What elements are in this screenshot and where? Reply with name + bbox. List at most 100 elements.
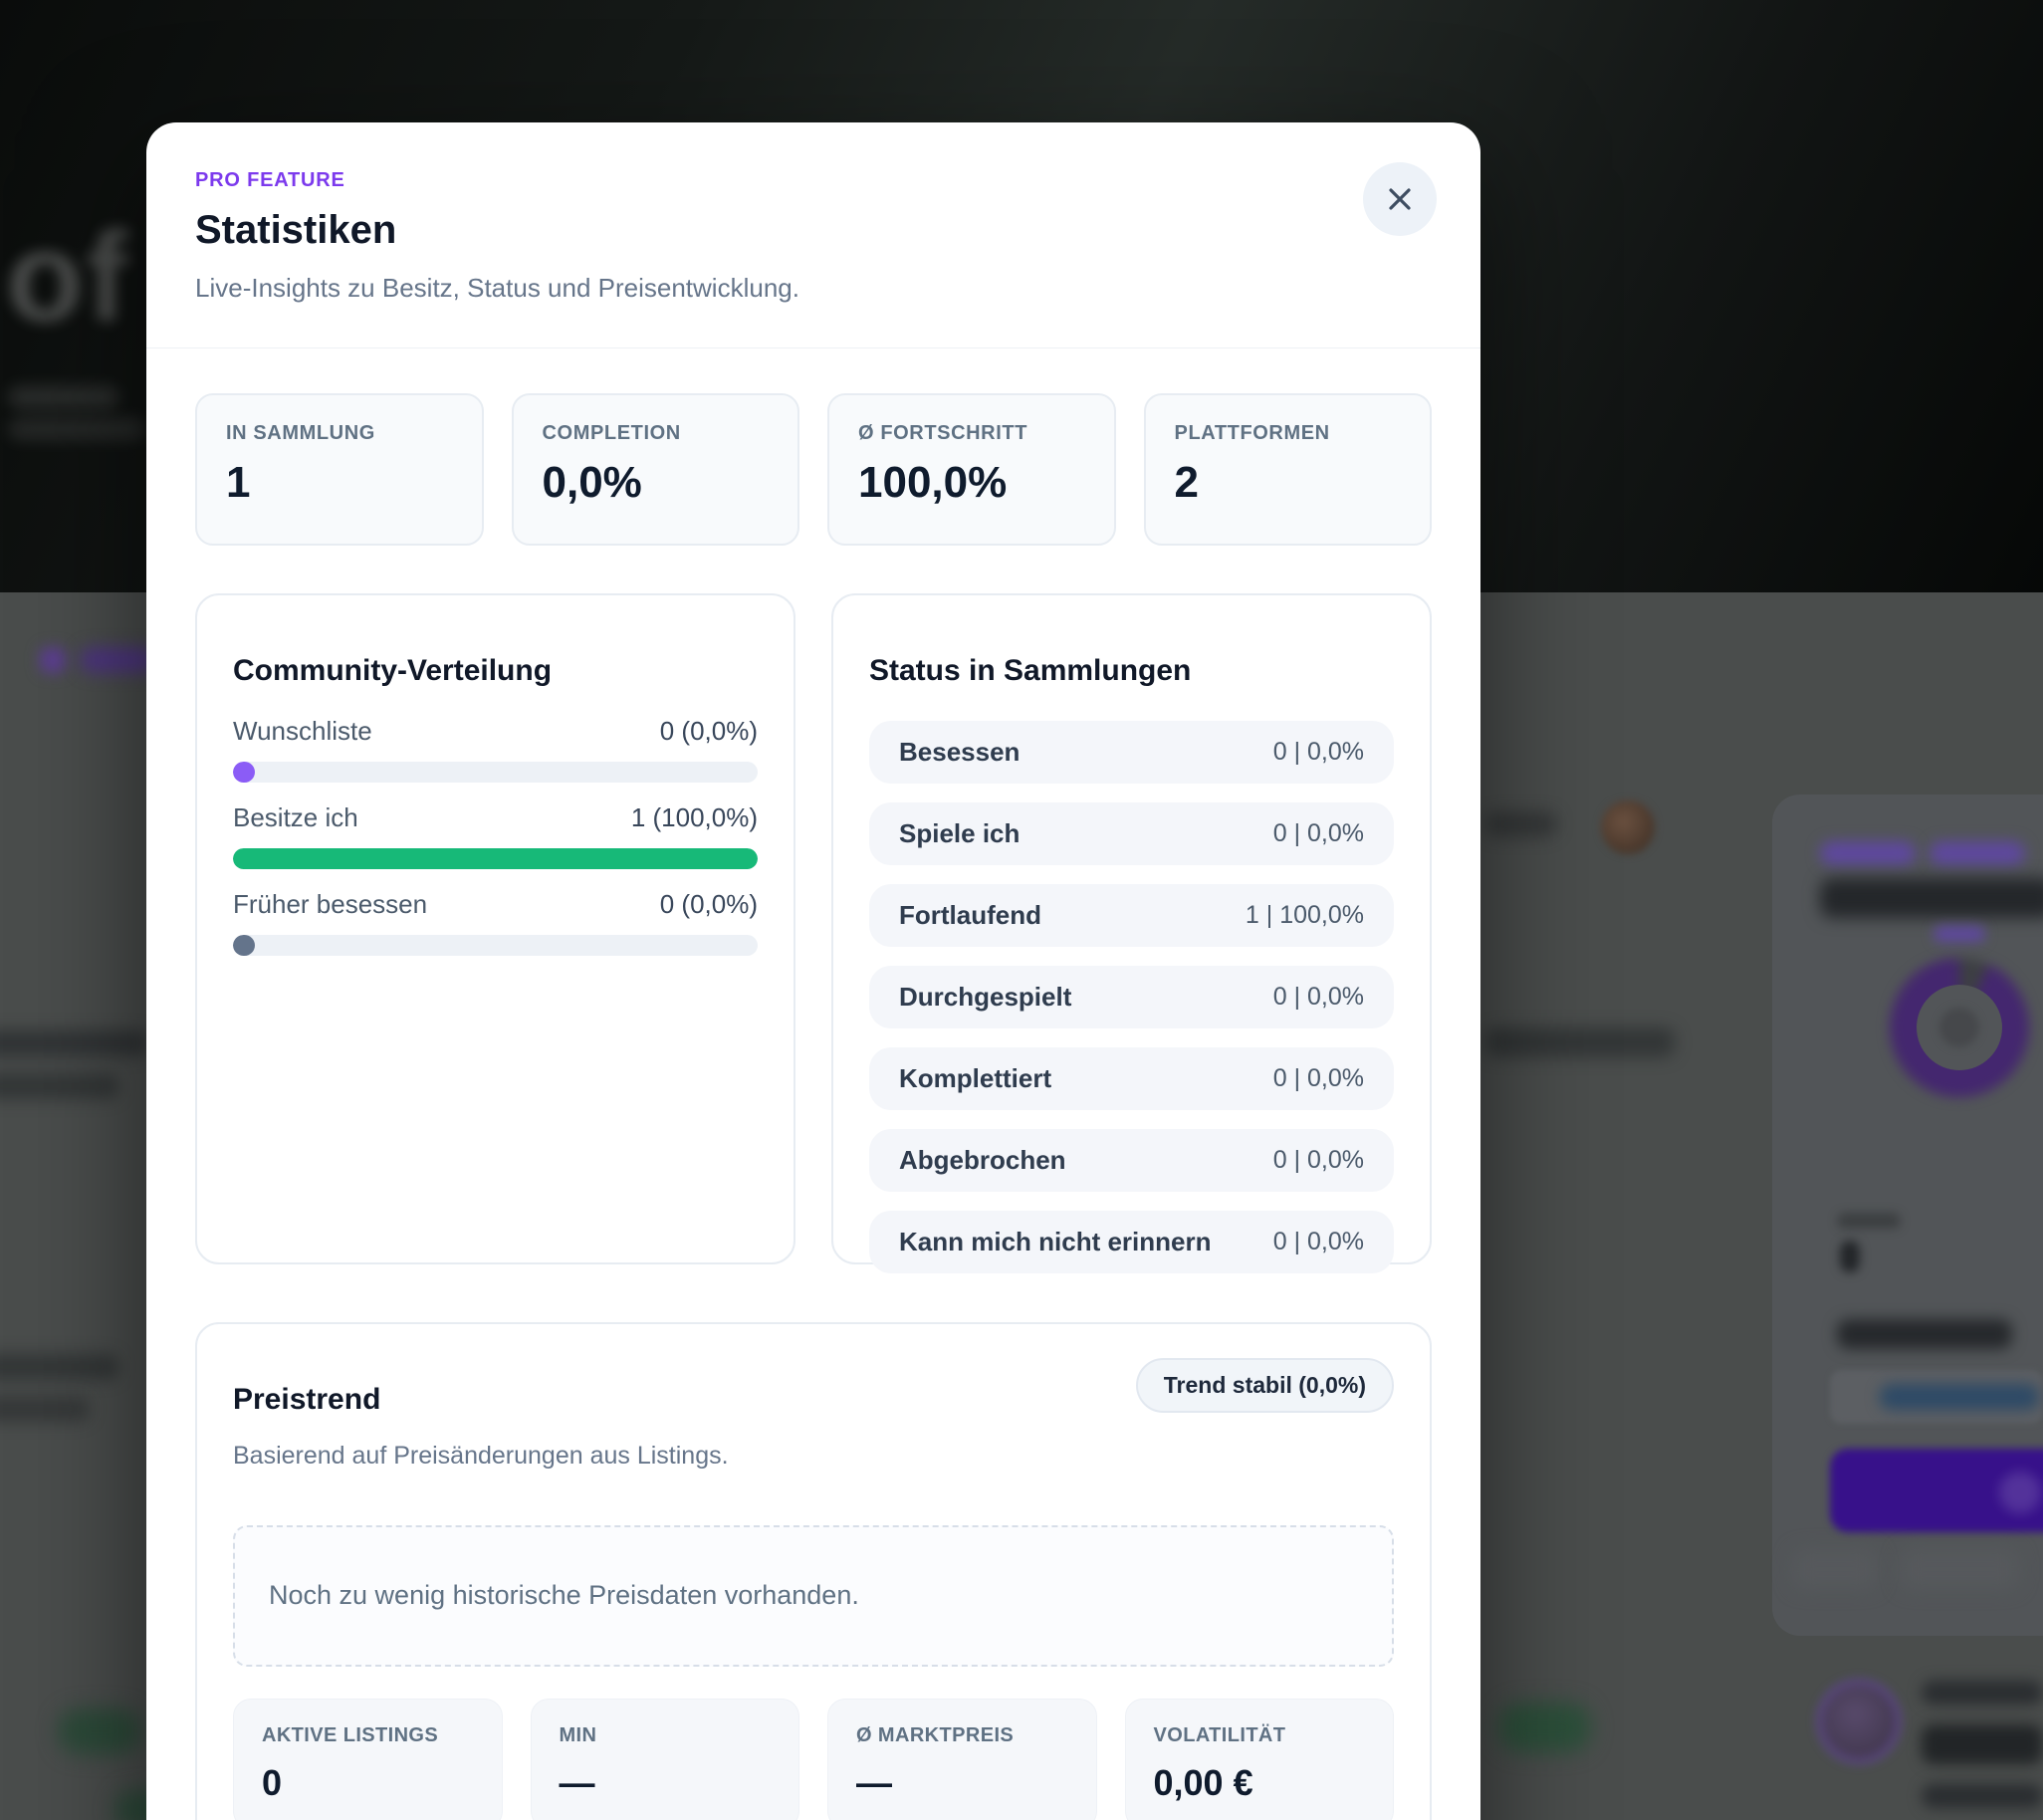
distribution-label: Wunschliste — [233, 716, 372, 747]
status-row: Kann mich nicht erinnern 0 | 0,0% — [869, 1211, 1394, 1273]
price-stat-value: 0 — [262, 1762, 474, 1804]
distribution-row: Besitze ich 1 (100,0%) — [233, 802, 758, 869]
status-row-label: Besessen — [899, 737, 1020, 768]
status-row: Abgebrochen 0 | 0,0% — [869, 1129, 1394, 1192]
status-row: Komplettiert 0 | 0,0% — [869, 1047, 1394, 1110]
status-row-label: Fortlaufend — [899, 900, 1041, 931]
modal-subtitle: Live-Insights zu Besitz, Status und Prei… — [195, 273, 1432, 304]
background-blur-text — [0, 1354, 119, 1380]
stat-card-label: PLATTFORMEN — [1175, 422, 1402, 445]
price-stat-card: AKTIVE LISTINGS 0 — [233, 1699, 503, 1820]
price-trend-title: Preistrend — [233, 1383, 729, 1417]
background-green-badge — [58, 1708, 141, 1754]
status-row: Durchgespielt 0 | 0,0% — [869, 966, 1394, 1028]
distribution-value: 1 (100,0%) — [631, 802, 758, 833]
status-row-label: Abgebrochen — [899, 1145, 1066, 1176]
status-row-value: 0 | 0,0% — [1273, 983, 1364, 1012]
background-tab-label — [80, 647, 155, 673]
background-donut-label — [1933, 926, 1985, 942]
stat-card-value: 100,0% — [858, 458, 1085, 508]
status-row-label: Spiele ich — [899, 818, 1020, 849]
price-stat-label: MIN — [560, 1724, 772, 1747]
stat-card: PLATTFORMEN 2 — [1144, 393, 1433, 546]
background-profile-avatar — [1822, 1685, 1896, 1758]
status-row-value: 0 | 0,0% — [1273, 1228, 1364, 1256]
stat-card-label: COMPLETION — [543, 422, 770, 445]
modal-header: PRO FEATURE Statistiken Live-Insights zu… — [146, 122, 1480, 348]
trend-status-badge: Trend stabil (0,0%) — [1136, 1358, 1394, 1413]
stat-card-value: 1 — [226, 458, 453, 508]
stat-card-value: 0,0% — [543, 458, 770, 508]
distribution-bar-fill — [233, 935, 255, 956]
stat-card: IN SAMMLUNG 1 — [195, 393, 484, 546]
status-row-value: 0 | 0,0% — [1273, 738, 1364, 767]
collection-status-panel: Status in Sammlungen Besessen 0 | 0,0% S… — [831, 593, 1432, 1264]
panels-row: Community-Verteilung Wunschliste 0 (0,0%… — [195, 593, 1432, 1264]
distribution-row: Früher besessen 0 (0,0%) — [233, 889, 758, 956]
background-tab-icon — [40, 647, 66, 673]
background-blur-text — [1485, 1027, 1675, 1057]
status-rows: Besessen 0 | 0,0% Spiele ich 0 | 0,0% Fo… — [869, 721, 1394, 1273]
status-row-value: 0 | 0,0% — [1273, 1064, 1364, 1093]
price-stat-label: Ø MARKTPREIS — [856, 1724, 1068, 1747]
distribution-row: Wunschliste 0 (0,0%) — [233, 716, 758, 783]
status-row: Besessen 0 | 0,0% — [869, 721, 1394, 784]
distribution-rows: Wunschliste 0 (0,0%) Besitze ich 1 (100,… — [233, 716, 758, 956]
price-trend-subtitle: Basierend auf Preisänderungen aus Listin… — [233, 1442, 729, 1471]
pro-feature-label: PRO FEATURE — [195, 169, 1432, 192]
background-blur-text — [1485, 811, 1557, 837]
background-blur-shape — [1900, 1549, 2019, 1589]
background-sidebar-button-icon — [1999, 1472, 2041, 1513]
distribution-bar-track — [233, 762, 758, 783]
price-stat-cards: AKTIVE LISTINGS 0 MIN — Ø MARKTPREIS — V… — [233, 1699, 1394, 1820]
price-trend-header: Preistrend Basierend auf Preisänderungen… — [233, 1358, 1394, 1495]
background-sidebar-stat-label — [1837, 1213, 1901, 1229]
stat-card: Ø FORTSCHRITT 100,0% — [827, 393, 1116, 546]
background-sidebar-platforms-label — [1837, 1319, 2012, 1349]
stat-card: COMPLETION 0,0% — [512, 393, 800, 546]
summary-stat-cards: IN SAMMLUNG 1 COMPLETION 0,0% Ø FORTSCHR… — [195, 393, 1432, 546]
price-trend-empty-state: Noch zu wenig historische Preisdaten vor… — [233, 1525, 1394, 1667]
background-donut-center — [1939, 1008, 1979, 1047]
app-canvas: of U PRO FEATURE Statistiken Live-Insigh… — [0, 0, 2043, 1820]
stat-card-value: 2 — [1175, 458, 1402, 508]
background-sidebar-link — [1880, 1384, 2039, 1410]
status-row-value: 1 | 100,0% — [1246, 901, 1364, 930]
background-sidebar-stat-value — [1840, 1241, 1860, 1272]
stat-card-label: Ø FORTSCHRITT — [858, 422, 1085, 445]
distribution-bar-track — [233, 848, 758, 869]
distribution-bar-fill — [233, 762, 255, 783]
statistics-modal: PRO FEATURE Statistiken Live-Insights zu… — [146, 122, 1480, 1820]
background-blur-text — [1922, 1681, 2043, 1705]
status-row-label: Durchgespielt — [899, 982, 1071, 1013]
background-sidebar-title — [1820, 878, 2043, 918]
distribution-label: Früher besessen — [233, 889, 427, 920]
distribution-bar-fill — [233, 848, 758, 869]
background-sidebar-label — [1930, 841, 2025, 865]
community-panel-title: Community-Verteilung — [233, 654, 758, 688]
price-stat-label: AKTIVE LISTINGS — [262, 1724, 474, 1747]
status-row-value: 0 | 0,0% — [1273, 1146, 1364, 1175]
close-button[interactable] — [1363, 162, 1437, 236]
status-row-label: Kann mich nicht erinnern — [899, 1227, 1212, 1257]
background-blur-text — [0, 1073, 119, 1099]
distribution-label: Besitze ich — [233, 802, 358, 833]
background-profile-name — [1922, 1724, 2043, 1764]
price-stat-card: VOLATILITÄT 0,00 € — [1125, 1699, 1395, 1820]
price-stat-value: 0,00 € — [1154, 1762, 1366, 1804]
background-blur-shape — [1792, 1549, 1878, 1589]
status-row: Fortlaufend 1 | 100,0% — [869, 884, 1394, 947]
background-blur-text — [8, 418, 145, 440]
price-stat-value: — — [560, 1762, 772, 1804]
background-user-avatar — [1601, 800, 1655, 854]
modal-body: IN SAMMLUNG 1 COMPLETION 0,0% Ø FORTSCHR… — [146, 348, 1480, 1820]
price-stat-label: VOLATILITÄT — [1154, 1724, 1366, 1747]
modal-title: Statistiken — [195, 208, 1432, 253]
distribution-bar-track — [233, 935, 758, 956]
price-stat-card: Ø MARKTPREIS — — [827, 1699, 1097, 1820]
background-blur-text — [0, 1396, 90, 1422]
background-sidebar-label — [1820, 841, 1916, 865]
price-trend-panel: Preistrend Basierend auf Preisänderungen… — [195, 1322, 1432, 1820]
background-green-badge — [1499, 1703, 1591, 1752]
status-panel-title: Status in Sammlungen — [869, 654, 1394, 688]
